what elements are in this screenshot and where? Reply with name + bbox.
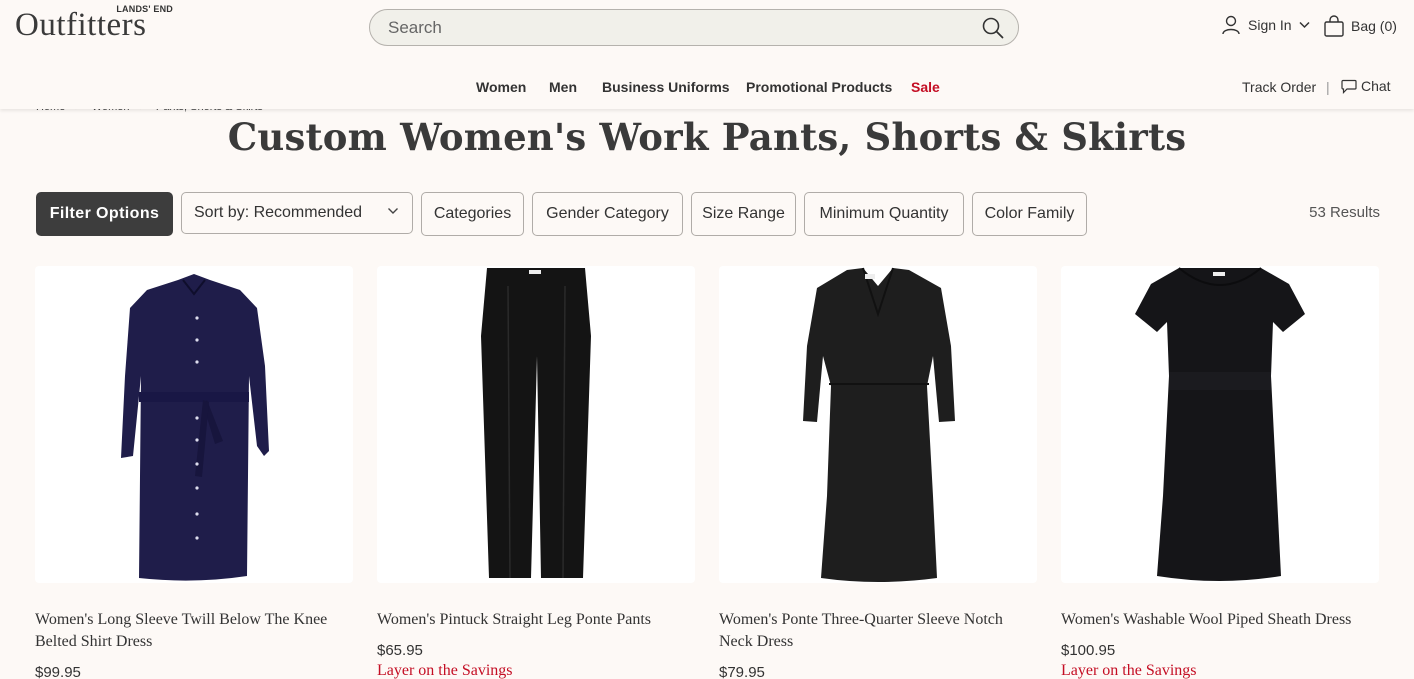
product-card[interactable]: Women's Long Sleeve Twill Below The Knee… <box>35 266 353 679</box>
results-count: 53 Results <box>1309 204 1380 221</box>
search-bar <box>369 9 1019 46</box>
chevron-down-icon <box>1299 21 1310 29</box>
filter-chip-minimum-quantity[interactable]: Minimum Quantity <box>804 192 964 236</box>
search-icon[interactable] <box>982 17 1004 39</box>
sort-label: Sort by: Recommended <box>194 204 363 221</box>
chevron-down-icon <box>388 208 398 214</box>
product-price: $99.95 <box>35 664 81 679</box>
nav-business-uniforms[interactable]: Business Uniforms <box>602 79 730 95</box>
product-card[interactable]: Women's Pintuck Straight Leg Ponte Pants… <box>377 266 695 679</box>
promo-label: Layer on the Savings <box>1061 662 1197 679</box>
sign-in-label: Sign In <box>1248 17 1292 33</box>
product-card[interactable]: Women's Ponte Three-Quarter Sleeve Notch… <box>719 266 1037 679</box>
bag-label: Bag (0) <box>1351 18 1397 34</box>
sign-in-menu[interactable]: Sign In <box>1221 15 1310 35</box>
nav-promotional-products[interactable]: Promotional Products <box>746 79 892 95</box>
bag-button[interactable]: Bag (0) <box>1323 15 1397 37</box>
shopping-bag-icon <box>1324 15 1344 37</box>
product-image[interactable] <box>377 266 695 583</box>
filter-chip-gender-category[interactable]: Gender Category <box>532 192 683 236</box>
track-order-link[interactable]: Track Order <box>1242 79 1316 95</box>
logo[interactable]: LANDS' END Outfitters <box>15 4 175 44</box>
page-title: Custom Women's Work Pants, Shorts & Skir… <box>227 115 1187 159</box>
sheath-dress-image <box>803 267 955 582</box>
filter-chip-size-range[interactable]: Size Range <box>691 192 796 236</box>
site-header: LANDS' END Outfitters Sign In Bag (0) Wo… <box>0 0 1414 109</box>
product-name[interactable]: Women's Long Sleeve Twill Below The Knee… <box>35 609 353 653</box>
filter-chip-categories[interactable]: Categories <box>421 192 524 236</box>
product-price: $65.95 <box>377 642 423 659</box>
nav-separator: | <box>1326 79 1330 95</box>
chat-bubble-icon <box>1341 79 1357 94</box>
short-sleeve-dress-image <box>1135 267 1305 581</box>
product-name[interactable]: Women's Ponte Three-Quarter Sleeve Notch… <box>719 609 1037 653</box>
product-name[interactable]: Women's Washable Wool Piped Sheath Dress <box>1061 609 1379 631</box>
product-name[interactable]: Women's Pintuck Straight Leg Ponte Pants <box>377 609 695 631</box>
nav-men[interactable]: Men <box>549 79 577 95</box>
product-image[interactable] <box>1061 266 1379 583</box>
promo-label: Layer on the Savings <box>377 662 513 679</box>
main-nav: Women Men Business Uniforms Promotional … <box>0 79 1414 99</box>
sort-dropdown[interactable]: Sort by: Recommended <box>181 192 413 234</box>
product-price: $79.95 <box>719 664 765 679</box>
chat-label: Chat <box>1361 78 1391 94</box>
product-image[interactable] <box>35 266 353 583</box>
pants-image <box>481 268 591 579</box>
product-image[interactable] <box>719 266 1037 583</box>
search-input[interactable] <box>388 18 968 38</box>
product-card[interactable]: Women's Washable Wool Piped Sheath Dress… <box>1061 266 1379 679</box>
logo-wordmark: Outfitters <box>15 7 147 43</box>
nav-sale[interactable]: Sale <box>911 79 940 95</box>
user-icon <box>1222 15 1240 35</box>
filter-options-button[interactable]: Filter Options <box>36 192 173 236</box>
product-price: $100.95 <box>1061 642 1116 659</box>
shirt-dress-image <box>121 274 269 581</box>
nav-women[interactable]: Women <box>476 79 526 95</box>
filter-chip-color-family[interactable]: Color Family <box>972 192 1087 236</box>
chat-link[interactable]: Chat <box>1341 78 1391 94</box>
